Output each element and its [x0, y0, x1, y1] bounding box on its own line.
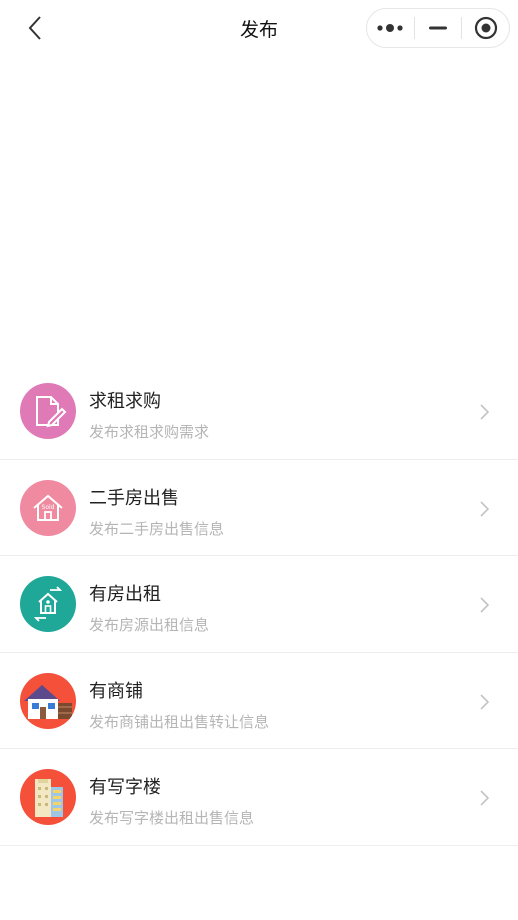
shop-icon	[20, 672, 76, 729]
more-dots-icon	[377, 24, 403, 32]
list-item-shop[interactable]: 有商铺 发布商铺出租出售转让信息	[0, 653, 518, 749]
item-title: 有商铺	[89, 680, 143, 702]
chevron-right-icon	[480, 404, 490, 420]
item-title: 求租求购	[89, 391, 161, 412]
list-item-request[interactable]: 求租求购 发布求租求购需求	[0, 363, 518, 460]
item-description: 发布商铺出租出售转让信息	[89, 712, 270, 731]
chevron-right-icon	[480, 500, 490, 517]
item-title: 有写字楼	[89, 777, 161, 798]
sold-house-icon: Sold	[20, 479, 76, 536]
navigation-bar: 发布	[0, 0, 518, 56]
minimize-button[interactable]	[415, 9, 462, 47]
item-description: 发布房源出租信息	[89, 616, 210, 634]
chevron-right-icon	[480, 597, 490, 613]
item-description: 发布写字楼出租出售信息	[89, 809, 255, 827]
more-button[interactable]	[367, 9, 414, 47]
close-button[interactable]	[462, 9, 509, 47]
office-building-icon	[20, 769, 76, 825]
house-exchange-icon	[20, 576, 76, 632]
mini-program-capsule	[366, 8, 510, 48]
item-title: 有房出租	[89, 584, 161, 605]
item-description: 发布二手房出售信息	[89, 519, 225, 538]
list-item-office[interactable]: 有写字楼 发布写字楼出租出售信息	[0, 749, 518, 846]
close-target-icon	[474, 16, 497, 40]
chevron-right-icon	[480, 790, 490, 806]
minimize-icon	[429, 26, 447, 30]
chevron-right-icon	[480, 693, 490, 710]
item-title: 二手房出售	[89, 487, 179, 509]
svg-text:Sold: Sold	[42, 504, 55, 511]
list-item-rent[interactable]: 有房出租 发布房源出租信息	[0, 556, 518, 653]
list-item-sell[interactable]: Sold 二手房出售 发布二手房出售信息	[0, 460, 518, 556]
item-description: 发布求租求购需求	[89, 423, 210, 441]
document-edit-icon	[20, 383, 76, 439]
publish-options-list: 求租求购 发布求租求购需求 Sold 二手房出售 发布二手房出售信息 有房出租 …	[0, 363, 518, 846]
